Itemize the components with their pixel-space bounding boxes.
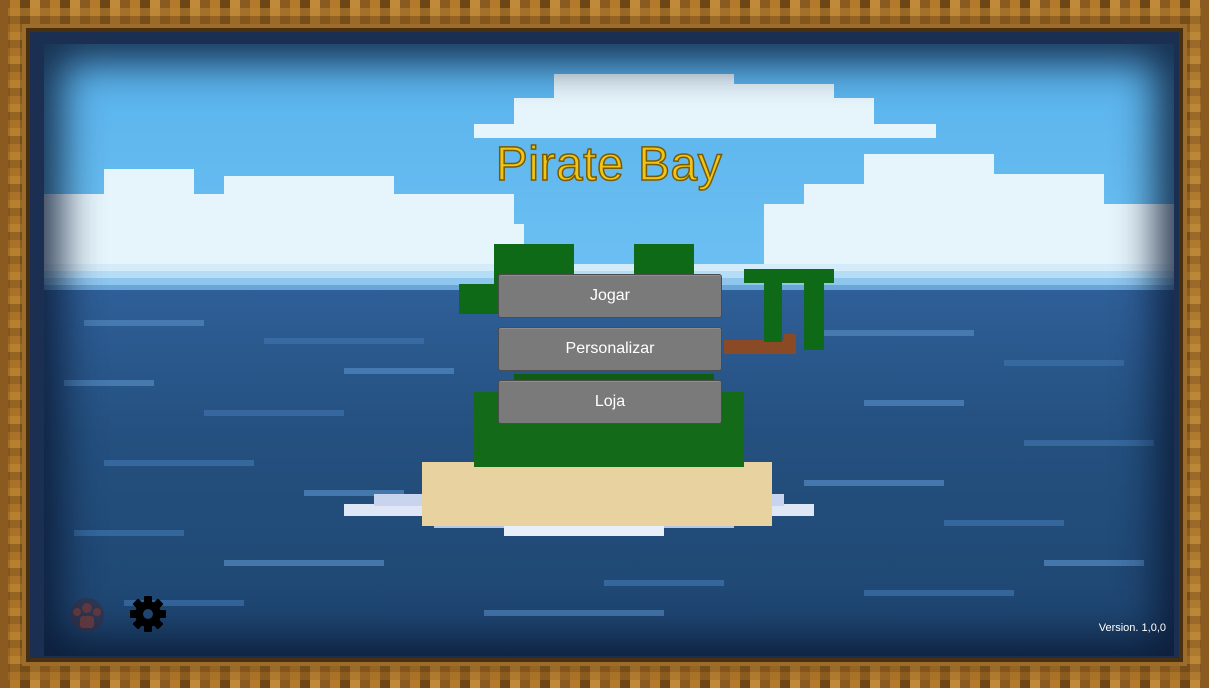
customize-button[interactable]: Personalizar — [498, 327, 722, 371]
palm-leaves — [459, 284, 499, 314]
palm-trunk — [784, 334, 796, 354]
palm-leaves — [804, 280, 824, 350]
island-sand — [422, 462, 772, 526]
gear-icon[interactable] — [128, 594, 168, 634]
game-screen: Pirate Bay Jogar Personalizar Loja Versi… — [0, 0, 1209, 688]
achievements-icon[interactable] — [68, 596, 106, 634]
version-label: Version. 1,0,0 — [1098, 622, 1166, 634]
ocean-scene: Pirate Bay Jogar Personalizar Loja Versi… — [44, 44, 1174, 656]
play-button[interactable]: Jogar — [498, 274, 722, 318]
game-title: Pirate Bay — [495, 137, 723, 192]
shop-button[interactable]: Loja — [498, 380, 722, 424]
palm-leaves — [764, 282, 782, 342]
